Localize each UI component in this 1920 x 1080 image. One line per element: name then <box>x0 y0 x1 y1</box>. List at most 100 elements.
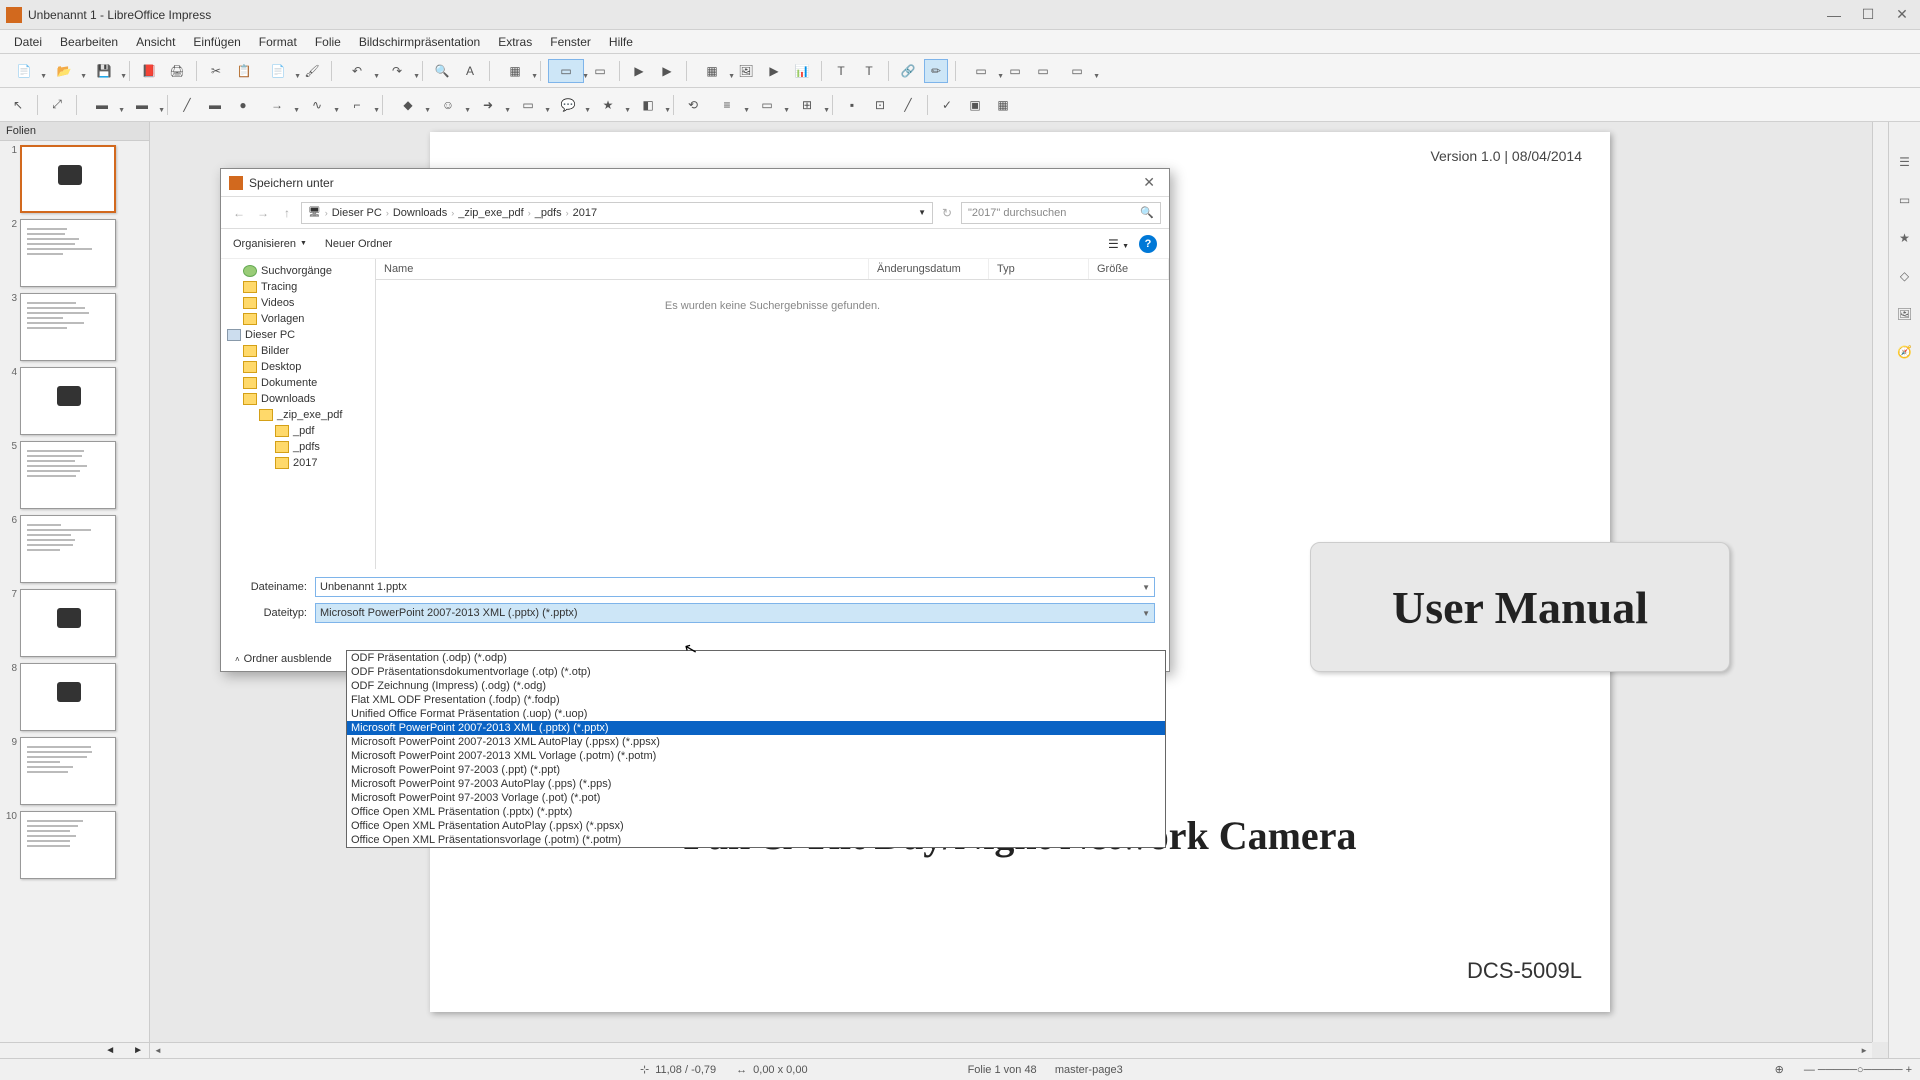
zoom-slider[interactable]: — ─────○───── + <box>1804 1064 1912 1076</box>
image-button[interactable]: 🖼 <box>734 59 758 83</box>
align-tool[interactable]: ≡▼ <box>709 93 745 117</box>
arrow-tool[interactable]: →▼ <box>259 93 295 117</box>
crop-tool[interactable]: ⊡ <box>868 93 892 117</box>
breadcrumb-item[interactable]: Dieser PC <box>332 207 382 219</box>
tree-item[interactable]: Videos <box>221 295 375 311</box>
new-folder-button[interactable]: Neuer Ordner <box>325 238 392 250</box>
select-tool[interactable]: ↖ <box>6 93 30 117</box>
fill-color-tool[interactable]: ▬▼ <box>124 93 160 117</box>
display-mode-button[interactable]: ▭▼ <box>548 59 584 83</box>
block-arrows-tool[interactable]: ➜▼ <box>470 93 506 117</box>
tree-item[interactable]: _pdfs <box>221 439 375 455</box>
vertical-text-button[interactable]: T <box>857 59 881 83</box>
slide-layout-button[interactable]: ▭▼ <box>1059 59 1095 83</box>
star-tool[interactable]: ★▼ <box>590 93 626 117</box>
open-button[interactable]: 📂▼ <box>46 59 82 83</box>
slide-thumb[interactable]: 3 <box>4 293 145 361</box>
slide-thumb[interactable]: 6 <box>4 515 145 583</box>
gallery-tab-icon[interactable]: 🖼 <box>1895 304 1915 324</box>
filetype-option[interactable]: Microsoft PowerPoint 2007-2013 XML Vorla… <box>347 749 1165 763</box>
organize-button[interactable]: Organisieren ▼ <box>233 238 307 250</box>
3d-tool[interactable]: ◧▼ <box>630 93 666 117</box>
properties-tab-icon[interactable]: ☰ <box>1895 152 1915 172</box>
new-button[interactable]: 📄▼ <box>6 59 42 83</box>
filetype-combo[interactable]: Microsoft PowerPoint 2007-2013 XML (.ppt… <box>315 603 1155 623</box>
tree-item[interactable]: Bilder <box>221 343 375 359</box>
undo-button[interactable]: ↶▼ <box>339 59 375 83</box>
menu-format[interactable]: Format <box>251 33 305 51</box>
rotate-tool[interactable]: ⟲ <box>681 93 705 117</box>
master-tab-icon[interactable]: ◇ <box>1895 266 1915 286</box>
nav-back-button[interactable]: ← <box>229 203 249 223</box>
nav-refresh-button[interactable]: ↻ <box>937 203 957 223</box>
flowchart-tool[interactable]: ▭▼ <box>510 93 546 117</box>
column-size[interactable]: Größe <box>1089 259 1169 279</box>
distribute-tool[interactable]: ⊞▼ <box>789 93 825 117</box>
spellcheck-button[interactable]: A <box>458 59 482 83</box>
menu-hilfe[interactable]: Hilfe <box>601 33 641 51</box>
export-pdf-button[interactable]: 📕 <box>137 59 161 83</box>
menu-fenster[interactable]: Fenster <box>542 33 599 51</box>
cut-button[interactable]: ✂ <box>204 59 228 83</box>
breadcrumb[interactable]: 🖥›Dieser PC›Downloads›_zip_exe_pdf›_pdfs… <box>301 202 933 224</box>
tree-item[interactable]: Tracing <box>221 279 375 295</box>
filetype-option[interactable]: ODF Zeichnung (Impress) (.odg) (*.odg) <box>347 679 1165 693</box>
nav-up-button[interactable]: ↑ <box>277 203 297 223</box>
filetype-option[interactable]: Unified Office Format Präsentation (.uop… <box>347 707 1165 721</box>
menu-datei[interactable]: Datei <box>6 33 50 51</box>
new-slide-button[interactable]: ▭▼ <box>963 59 999 83</box>
slide-thumb[interactable]: 8 <box>4 663 145 731</box>
minimize-button[interactable]: — <box>1826 7 1842 23</box>
canvas-scroll-horizontal[interactable] <box>150 1042 1872 1058</box>
filetype-option[interactable]: Office Open XML Präsentation AutoPlay (.… <box>347 819 1165 833</box>
maximize-button[interactable]: ☐ <box>1860 7 1876 23</box>
callout-tool[interactable]: 💬▼ <box>550 93 586 117</box>
breadcrumb-item[interactable]: _zip_exe_pdf <box>458 207 523 219</box>
breadcrumb-item[interactable]: Downloads <box>393 207 447 219</box>
menu-extras[interactable]: Extras <box>490 33 540 51</box>
filetype-option[interactable]: Microsoft PowerPoint 2007-2013 XML (.ppt… <box>347 721 1165 735</box>
help-button[interactable]: ? <box>1139 235 1157 253</box>
delete-slide-button[interactable]: ▭ <box>1031 59 1055 83</box>
slide-thumb[interactable]: 10 <box>4 811 145 879</box>
media-button[interactable]: ▶ <box>762 59 786 83</box>
print-button[interactable]: 🖨 <box>165 59 189 83</box>
zoom-tool[interactable]: ⤢ <box>45 93 69 117</box>
dialog-search-input[interactable]: "2017" durchsuchen 🔍 <box>961 202 1161 224</box>
curve-tool[interactable]: ∿▼ <box>299 93 335 117</box>
slide-transition-tab-icon[interactable]: ▭ <box>1895 190 1915 210</box>
filetype-option[interactable]: Office Open XML Präsentation (.pptx) (*.… <box>347 805 1165 819</box>
ellipse-tool[interactable]: ● <box>231 93 255 117</box>
start-current-button[interactable]: ▶ <box>655 59 679 83</box>
navigator-tab-icon[interactable]: 🧭 <box>1895 342 1915 362</box>
tree-item[interactable]: Dokumente <box>221 375 375 391</box>
animation-tab-icon[interactable]: ★ <box>1895 228 1915 248</box>
filetype-dropdown[interactable]: ODF Präsentation (.odp) (*.odp)ODF Präse… <box>346 650 1166 848</box>
menu-ansicht[interactable]: Ansicht <box>128 33 183 51</box>
points-tool[interactable]: ✓ <box>935 93 959 117</box>
copy-button[interactable]: 📋 <box>232 59 256 83</box>
arrange-tool[interactable]: ▭▼ <box>749 93 785 117</box>
shadow-tool[interactable]: ▪ <box>840 93 864 117</box>
connector-tool[interactable]: ⌐▼ <box>339 93 375 117</box>
filetype-option[interactable]: Microsoft PowerPoint 97-2003 (.ppt) (*.p… <box>347 763 1165 777</box>
filetype-option[interactable]: Microsoft PowerPoint 97-2003 Vorlage (.p… <box>347 791 1165 805</box>
filetype-option[interactable]: Microsoft PowerPoint 2007-2013 XML AutoP… <box>347 735 1165 749</box>
nav-forward-button[interactable]: → <box>253 203 273 223</box>
thumb-scroll[interactable]: ◄► <box>0 1042 149 1058</box>
symbol-shapes-tool[interactable]: ☺▼ <box>430 93 466 117</box>
textbox-button[interactable]: T <box>829 59 853 83</box>
tree-item[interactable]: Vorlagen <box>221 311 375 327</box>
basic-shapes-tool[interactable]: ◆▼ <box>390 93 426 117</box>
dialog-close-button[interactable]: ✕ <box>1137 174 1161 191</box>
extrusion-tool[interactable]: ▦ <box>991 93 1015 117</box>
slide-thumb[interactable]: 9 <box>4 737 145 805</box>
paste-button[interactable]: 📄▼ <box>260 59 296 83</box>
clone-format-button[interactable]: 🖌 <box>300 59 324 83</box>
filter-tool[interactable]: ╱ <box>896 93 920 117</box>
line-tool[interactable]: ╱ <box>175 93 199 117</box>
zoom-fit-icon[interactable]: ⊕ <box>1775 1063 1784 1076</box>
start-show-button[interactable]: ▶ <box>627 59 651 83</box>
slide-thumb[interactable]: 2 <box>4 219 145 287</box>
glue-tool[interactable]: ▣ <box>963 93 987 117</box>
